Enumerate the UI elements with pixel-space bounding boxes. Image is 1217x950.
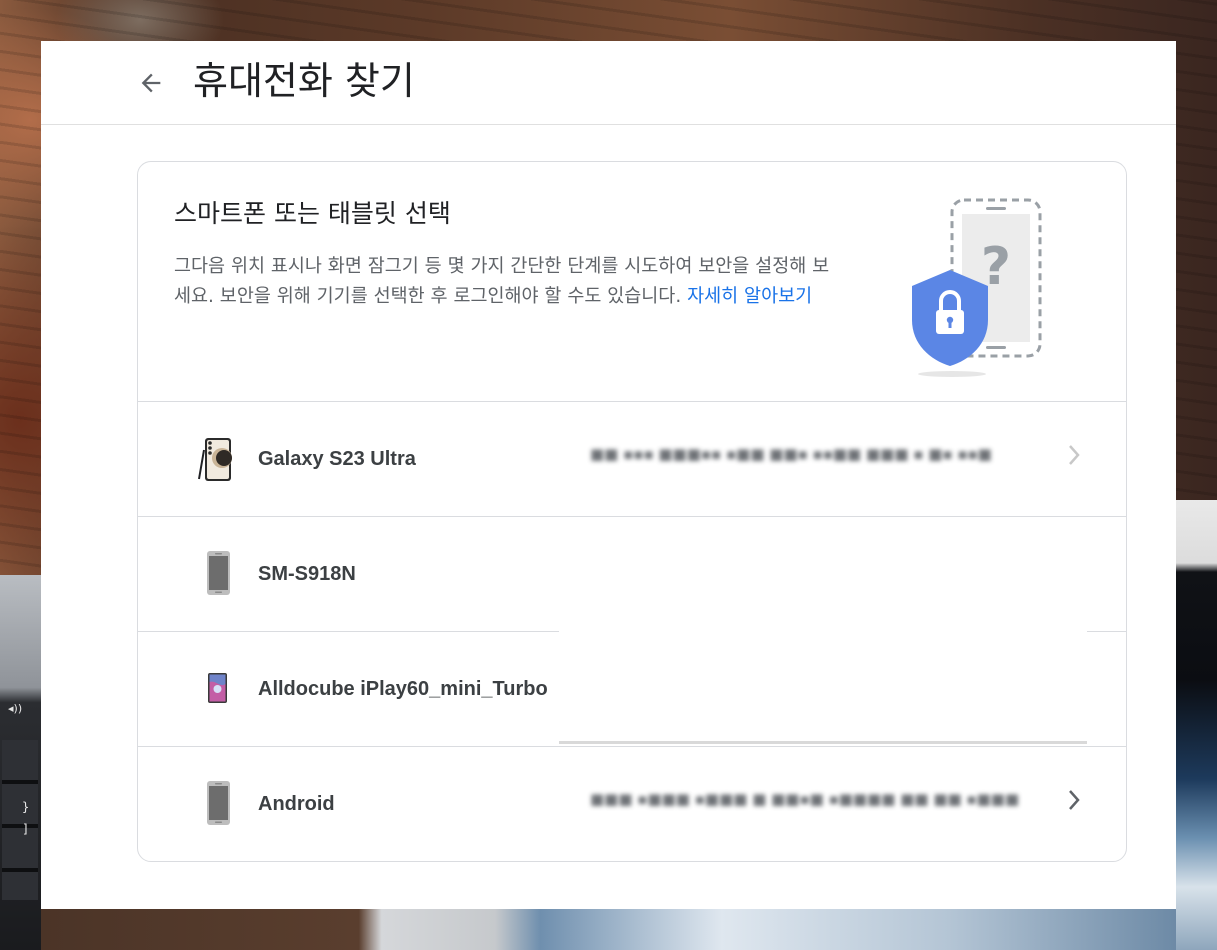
card-title: 스마트폰 또는 태블릿 선택 xyxy=(174,199,451,228)
intro-section: 스마트폰 또는 태블릿 선택 그다음 위치 표시나 화면 잠그기 등 몇 가지 … xyxy=(138,162,1126,402)
page-title: 휴대전화 찾기 xyxy=(193,59,415,103)
chevron-right-icon xyxy=(1064,557,1084,583)
generic-phone-icon xyxy=(192,777,244,829)
find-my-phone-window: 휴대전화 찾기 스마트폰 또는 태블릿 선택 그다음 위치 표시나 화면 잠그기… xyxy=(41,41,1176,909)
card-description: 그다음 위치 표시나 화면 잠그기 등 몇 가지 간단한 단계를 시도하여 보안… xyxy=(174,252,834,312)
back-button[interactable] xyxy=(133,65,169,101)
device-status-redacted: ■■■ ▪■■■ ▪■■■ ■ ■■▪■ ▪■■■■ ■■ ■■ ▪■■■ xyxy=(590,790,1020,808)
device-row-sm-s918n[interactable]: SM-S918N ■■■ ▪▪■■▪■■▪ ■▪ ■▪■ ▪■■■ ■■■ ■■… xyxy=(138,517,1126,632)
device-name: SM-S918N xyxy=(258,563,356,585)
generic-phone-icon xyxy=(192,547,244,599)
galaxy-s23-ultra-icon xyxy=(192,432,244,484)
device-name: Galaxy S23 Ultra xyxy=(258,448,416,470)
page-header: 휴대전화 찾기 xyxy=(41,41,1176,125)
wallpaper-keyboard xyxy=(2,740,38,900)
wallpaper-volume-key-icon: ◂)) xyxy=(8,702,23,715)
device-row-galaxy-s23-ultra[interactable]: Galaxy S23 Ultra ■■ ▪▪▪ ■■■▪▪ ▪■■ ■■▪ ▪▪… xyxy=(138,402,1126,517)
chevron-right-icon xyxy=(1064,442,1084,468)
device-status-redacted: ■■■ ▪▪■■▪■■▪ ■▪ ■▪■ ▪■■■ ■■■ ■■■▪ ▪■■ ■▪… xyxy=(590,560,1040,578)
wallpaper-bottom-photo xyxy=(41,909,1176,950)
device-name: Alldocube iPlay60_mini_Turbo xyxy=(258,678,548,700)
tablet-icon xyxy=(192,662,244,714)
device-list: Galaxy S23 Ultra ■■ ▪▪▪ ■■■▪▪ ▪■■ ■■▪ ▪▪… xyxy=(138,402,1126,861)
device-selection-card: 스마트폰 또는 태블릿 선택 그다음 위치 표시나 화면 잠그기 등 몇 가지 … xyxy=(137,161,1127,862)
device-status-redacted: ■■■ ▪■■■▪■■▪■■ ■▪ ■▪■ ▪■■ ■■ ▪■ ■■ ■■▪■ xyxy=(590,675,1036,693)
device-name: Android xyxy=(258,793,335,815)
chevron-right-icon xyxy=(1064,672,1084,698)
wallpaper-key-brace: } xyxy=(22,800,30,814)
chevron-right-icon xyxy=(1064,787,1084,813)
arrow-back-icon xyxy=(141,73,161,93)
wallpaper-right-photo xyxy=(1176,500,1217,950)
device-row-alldocube-iplay60[interactable]: Alldocube iPlay60_mini_Turbo ■■■ ▪■■■▪■■… xyxy=(138,632,1126,747)
learn-more-link[interactable]: 자세히 알아보기 xyxy=(687,286,812,307)
wallpaper-key-bracket: ] xyxy=(22,822,30,836)
device-row-android[interactable]: Android ■■■ ▪■■■ ▪■■■ ■ ■■▪■ ▪■■■■ ■■ ■■… xyxy=(138,747,1126,861)
device-status-redacted: ■■ ▪▪▪ ■■■▪▪ ▪■■ ■■▪ ▪▪■■ ■■■ ▪ ■▪ ▪▪■ xyxy=(590,445,992,463)
phone-lock-question-illustration: ? xyxy=(912,198,1042,377)
